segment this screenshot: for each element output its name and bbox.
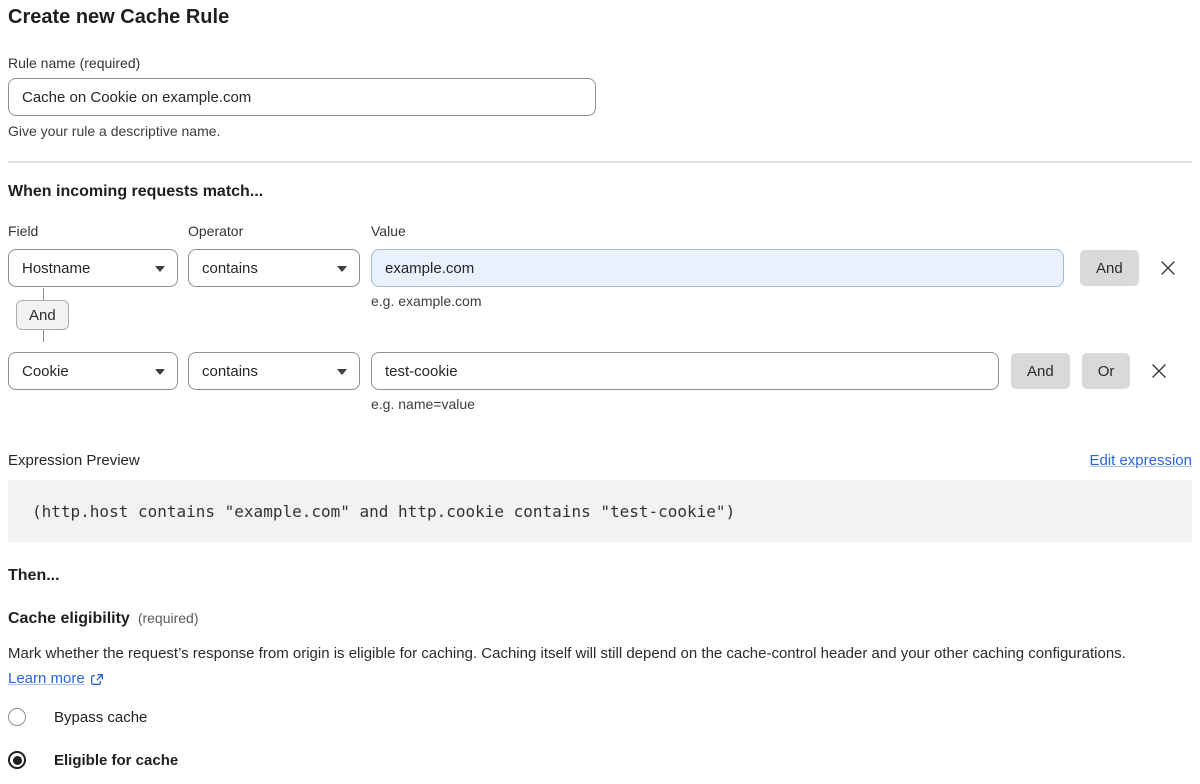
bypass-cache-option[interactable]: Bypass cache: [8, 708, 1192, 726]
radio-unchecked-icon[interactable]: [8, 708, 26, 726]
edit-expression-link[interactable]: Edit expression: [1089, 452, 1192, 469]
cache-eligibility-description: Mark whether the request’s response from…: [8, 641, 1173, 691]
rule-name-input[interactable]: [8, 78, 596, 116]
field-select[interactable]: Cookie: [8, 352, 178, 390]
value-hint: e.g. name=value: [371, 396, 999, 412]
chevron-down-icon: [155, 369, 165, 375]
value-input[interactable]: [371, 352, 999, 390]
add-and-condition-button[interactable]: And: [1080, 250, 1139, 286]
expression-preview-header: Expression Preview Edit expression: [8, 452, 1192, 469]
value-column: e.g. name=value: [371, 352, 999, 412]
field-select-value: Cookie: [22, 363, 69, 380]
chevron-down-icon: [337, 369, 347, 375]
remove-condition-button[interactable]: [1158, 258, 1178, 278]
operator-select-value: contains: [202, 363, 258, 380]
chevron-down-icon: [155, 266, 165, 272]
rule-name-group: Rule name (required) Give your rule a de…: [8, 55, 1192, 139]
operator-select-value: contains: [202, 260, 258, 277]
eligible-for-cache-option[interactable]: Eligible for cache: [8, 751, 1192, 769]
section-divider: [8, 161, 1192, 163]
builder-column-labels: Field Operator Value: [8, 223, 1192, 239]
close-icon: [1160, 260, 1176, 276]
row-actions: And Or: [1011, 352, 1169, 390]
page-title: Create new Cache Rule: [8, 6, 1192, 29]
condition-connector: And: [8, 288, 208, 342]
field-select[interactable]: Hostname: [8, 249, 178, 287]
cache-eligibility-heading-row: Cache eligibility (required): [8, 610, 1192, 628]
expression-code-block: (http.host contains "example.com" and ht…: [8, 480, 1192, 542]
description-text: Mark whether the request’s response from…: [8, 645, 1126, 662]
field-column-label: Field: [8, 223, 178, 239]
value-hint: e.g. example.com: [371, 293, 1064, 309]
rule-name-label: Rule name (required): [8, 55, 1192, 71]
expression-code: (http.host contains "example.com" and ht…: [32, 502, 735, 521]
field-select-value: Hostname: [22, 260, 90, 277]
chevron-down-icon: [337, 266, 347, 272]
remove-condition-button[interactable]: [1149, 361, 1169, 381]
connector-line: [43, 330, 44, 342]
operator-column-label: Operator: [188, 223, 360, 239]
match-heading: When incoming requests match...: [8, 183, 1192, 201]
create-cache-rule-page: Create new Cache Rule Rule name (require…: [0, 0, 1200, 769]
connector-line: [43, 288, 44, 300]
add-and-condition-button[interactable]: And: [1011, 353, 1070, 389]
row-actions: And: [1080, 249, 1178, 287]
learn-more-link[interactable]: Learn more: [8, 666, 85, 691]
radio-checked-icon[interactable]: [8, 751, 26, 769]
condition-row: Cookie contains e.g. name=value And Or: [8, 352, 1192, 412]
eligible-for-cache-label: Eligible for cache: [54, 752, 178, 769]
external-link-icon: [90, 673, 104, 687]
bypass-cache-label: Bypass cache: [54, 709, 147, 726]
value-input[interactable]: [371, 249, 1064, 287]
then-heading: Then...: [8, 567, 1192, 585]
operator-select[interactable]: contains: [188, 249, 360, 287]
rule-name-helper: Give your rule a descriptive name.: [8, 123, 1192, 139]
close-icon: [1151, 363, 1167, 379]
add-or-condition-button[interactable]: Or: [1082, 353, 1131, 389]
value-column: e.g. example.com: [371, 249, 1064, 309]
operator-select[interactable]: contains: [188, 352, 360, 390]
required-note: (required): [138, 610, 199, 626]
cache-eligibility-heading: Cache eligibility: [8, 610, 130, 628]
connector-and-button[interactable]: And: [16, 300, 69, 330]
expression-preview-label: Expression Preview: [8, 452, 140, 469]
value-column-label: Value: [371, 223, 406, 239]
